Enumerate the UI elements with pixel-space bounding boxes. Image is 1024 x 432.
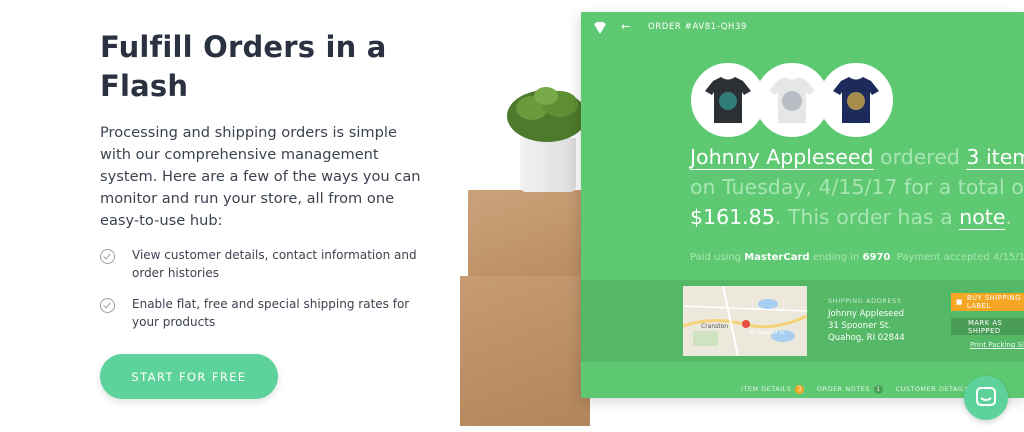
items-count-link[interactable]: 3 items bbox=[966, 145, 1024, 170]
tab-count-badge: 1 bbox=[873, 385, 883, 394]
diamond-logo-icon bbox=[594, 22, 606, 34]
order-has-text: . This order has a bbox=[774, 205, 953, 229]
arrow-left-icon[interactable]: ← bbox=[621, 20, 630, 33]
payment-accepted: . Payment accepted 4/15/17 bbox=[890, 252, 1024, 263]
address-line: Quahog, RI 02844 bbox=[828, 333, 905, 343]
customer-name-link[interactable]: Johnny Appleseed bbox=[690, 145, 874, 170]
order-total: $161.85 bbox=[690, 205, 775, 229]
feature-list: View customer details, contact informati… bbox=[100, 246, 430, 331]
buy-shipping-label-button[interactable]: ■ BUY SHIPPING LABEL bbox=[951, 293, 1024, 311]
ordered-text: ordered bbox=[880, 145, 960, 169]
intro-paragraph: Processing and shipping orders is simple… bbox=[100, 124, 421, 229]
tab-order-notes[interactable]: ORDER NOTES 1 bbox=[816, 385, 883, 394]
page-title: Fulfill Orders in a Flash bbox=[100, 30, 387, 103]
map-street-label: 31 Spooner St bbox=[749, 330, 784, 336]
list-item: Enable flat, free and special shipping r… bbox=[100, 295, 430, 331]
tab-customer-details[interactable]: CUSTOMER DETAILS bbox=[896, 385, 970, 393]
tab-label: ORDER NOTES bbox=[816, 385, 870, 393]
feature-text: View customer details, contact informati… bbox=[132, 248, 417, 280]
check-circle-icon bbox=[100, 249, 115, 264]
address-line: 31 Spooner St. bbox=[828, 321, 891, 331]
tab-item-details[interactable]: ITEM DETAILS 3 bbox=[741, 385, 805, 394]
tab-label: ITEM DETAILS bbox=[741, 385, 792, 393]
product-thumbnail bbox=[691, 63, 765, 137]
feature-text: Enable flat, free and special shipping r… bbox=[132, 297, 410, 329]
check-circle-icon bbox=[100, 298, 115, 313]
order-mockup: ← ORDER #AV81-QH39 Johnny Appleseed orde… bbox=[581, 12, 1024, 398]
tag-icon: ■ bbox=[956, 298, 963, 306]
cardboard-box-top bbox=[468, 190, 588, 288]
map-city-label: Cranston bbox=[701, 323, 728, 330]
payment-info: Paid using MasterCard ending in 6970. Pa… bbox=[690, 252, 1024, 263]
shipping-address: Johnny Appleseed 31 Spooner St. Quahog, … bbox=[828, 308, 905, 344]
order-number: ORDER #AV81-QH39 bbox=[648, 22, 748, 32]
mockup-header: ← ORDER #AV81-QH39 bbox=[581, 12, 1024, 44]
paid-prefix: Paid using bbox=[690, 252, 742, 263]
note-end: . bbox=[1005, 205, 1012, 229]
plant-leaves bbox=[507, 87, 587, 142]
order-date-text: on Tuesday, 4/15/17 for a total of bbox=[690, 175, 1024, 199]
chat-bubble-icon[interactable] bbox=[964, 376, 1008, 420]
note-link[interactable]: note bbox=[959, 205, 1006, 230]
hero-text: Fulfill Orders in a Flash Processing and… bbox=[100, 28, 430, 344]
ending-in: ending in bbox=[812, 252, 860, 263]
tab-count-badge: 3 bbox=[795, 385, 805, 394]
tab-label: CUSTOMER DETAILS bbox=[895, 385, 970, 393]
shipping-map[interactable]: Cranston 31 Spooner St bbox=[683, 286, 807, 356]
start-for-free-button[interactable]: START FOR FREE bbox=[100, 354, 278, 399]
product-thumbnail bbox=[819, 63, 893, 137]
order-summary: Johnny Appleseed ordered 3 items on Tues… bbox=[690, 142, 1024, 232]
plant-pot bbox=[520, 138, 576, 192]
shipping-address-label: SHIPPING ADDRESS bbox=[828, 297, 902, 305]
card-last4: 6970 bbox=[862, 252, 891, 263]
button-label: BUY SHIPPING LABEL bbox=[966, 294, 1021, 310]
card-type: MasterCard bbox=[744, 252, 810, 263]
mark-as-shipped-button[interactable]: MARK AS SHIPPED bbox=[951, 318, 1024, 335]
product-thumbnail bbox=[755, 63, 829, 137]
order-tabs: ITEM DETAILS 3 ORDER NOTES 1 CUSTOMER DETA… bbox=[741, 385, 979, 394]
list-item: View customer details, contact informati… bbox=[100, 246, 430, 282]
cardboard-box-bottom bbox=[460, 276, 590, 426]
address-line: Johnny Appleseed bbox=[828, 309, 905, 319]
print-packing-slip-link[interactable]: Print Packing Slip bbox=[970, 341, 1024, 349]
